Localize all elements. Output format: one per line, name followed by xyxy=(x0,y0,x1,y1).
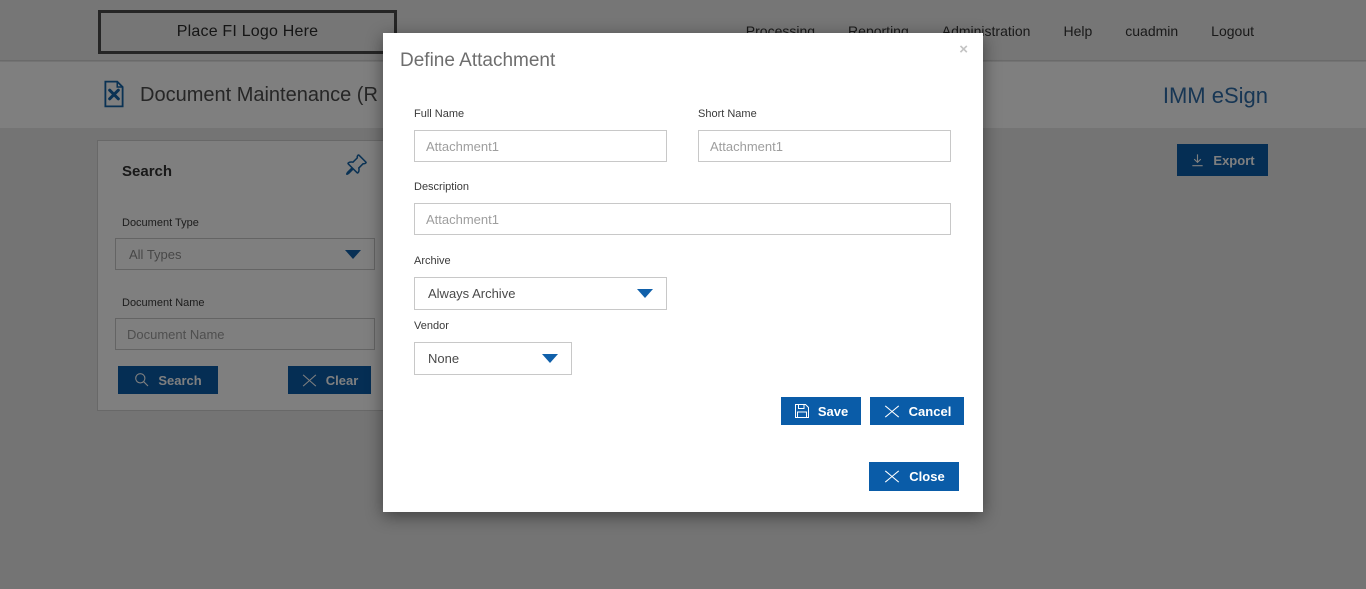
x-icon xyxy=(885,470,900,483)
dialog-close-x-icon[interactable]: × xyxy=(959,42,968,57)
save-icon xyxy=(794,404,809,418)
close-button-label: Close xyxy=(909,469,945,484)
define-attachment-dialog: Define Attachment × Full Name Short Name… xyxy=(383,33,983,512)
description-label: Description xyxy=(414,181,470,193)
description-input[interactable] xyxy=(414,203,951,235)
vendor-value: None xyxy=(428,351,460,366)
full-name-input[interactable] xyxy=(414,130,667,162)
cancel-button[interactable]: Cancel xyxy=(870,397,964,425)
archive-value: Always Archive xyxy=(428,286,516,301)
short-name-label: Short Name xyxy=(698,108,757,120)
archive-select[interactable]: Always Archive xyxy=(414,277,667,310)
vendor-select[interactable]: None xyxy=(414,342,572,375)
chevron-down-icon xyxy=(637,289,653,298)
cancel-button-label: Cancel xyxy=(908,403,952,419)
dialog-title: Define Attachment xyxy=(400,50,556,71)
close-button[interactable]: Close xyxy=(869,462,959,491)
save-button[interactable]: Save xyxy=(781,397,861,425)
archive-label: Archive xyxy=(414,255,451,267)
full-name-label: Full Name xyxy=(414,108,465,120)
x-icon xyxy=(884,405,899,417)
chevron-down-icon xyxy=(542,354,558,363)
save-button-label: Save xyxy=(817,403,849,419)
vendor-label: Vendor xyxy=(414,320,449,332)
short-name-input[interactable] xyxy=(698,130,951,162)
